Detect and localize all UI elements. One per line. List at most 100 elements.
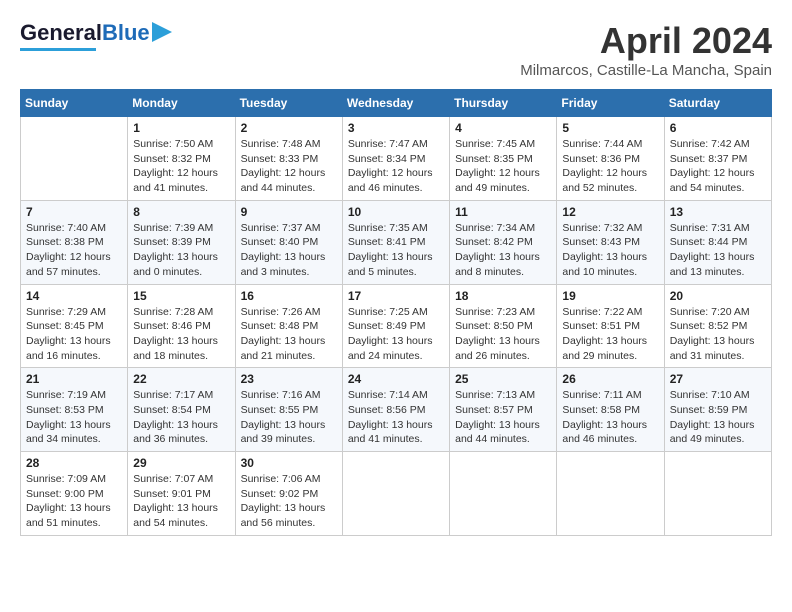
day-number: 30 <box>241 456 337 470</box>
daylight-text: Daylight: 13 hours and 21 minutes. <box>241 335 326 362</box>
day-info: Sunrise: 7:28 AM Sunset: 8:46 PM Dayligh… <box>133 305 229 364</box>
calendar-cell: 12 Sunrise: 7:32 AM Sunset: 8:43 PM Dayl… <box>557 200 664 284</box>
daylight-text: Daylight: 13 hours and 29 minutes. <box>562 335 647 362</box>
daylight-text: Daylight: 13 hours and 26 minutes. <box>455 335 540 362</box>
daylight-text: Daylight: 13 hours and 31 minutes. <box>670 335 755 362</box>
sunrise-text: Sunrise: 7:31 AM <box>670 222 750 234</box>
day-number: 27 <box>670 372 766 386</box>
page-header: General Blue April 2024 Milmarcos, Casti… <box>20 20 772 79</box>
day-number: 16 <box>241 289 337 303</box>
calendar-cell: 7 Sunrise: 7:40 AM Sunset: 8:38 PM Dayli… <box>21 200 128 284</box>
calendar-cell: 22 Sunrise: 7:17 AM Sunset: 8:54 PM Dayl… <box>128 368 235 452</box>
daylight-text: Daylight: 12 hours and 41 minutes. <box>133 167 218 194</box>
day-info: Sunrise: 7:50 AM Sunset: 8:32 PM Dayligh… <box>133 137 229 196</box>
sunset-text: Sunset: 8:51 PM <box>562 320 640 332</box>
logo-arrow-icon <box>152 22 172 42</box>
day-number: 17 <box>348 289 444 303</box>
sunrise-text: Sunrise: 7:50 AM <box>133 138 213 150</box>
calendar-cell: 14 Sunrise: 7:29 AM Sunset: 8:45 PM Dayl… <box>21 284 128 368</box>
sunset-text: Sunset: 8:49 PM <box>348 320 426 332</box>
location-label: Milmarcos, Castille-La Mancha, Spain <box>520 62 772 79</box>
daylight-text: Daylight: 12 hours and 57 minutes. <box>26 251 111 278</box>
sunrise-text: Sunrise: 7:37 AM <box>241 222 321 234</box>
sunrise-text: Sunrise: 7:25 AM <box>348 306 428 318</box>
day-info: Sunrise: 7:22 AM Sunset: 8:51 PM Dayligh… <box>562 305 658 364</box>
calendar-cell: 4 Sunrise: 7:45 AM Sunset: 8:35 PM Dayli… <box>450 117 557 201</box>
daylight-text: Daylight: 13 hours and 39 minutes. <box>241 419 326 446</box>
day-number: 10 <box>348 205 444 219</box>
day-number: 9 <box>241 205 337 219</box>
sunset-text: Sunset: 8:52 PM <box>670 320 748 332</box>
day-number: 5 <box>562 121 658 135</box>
day-info: Sunrise: 7:19 AM Sunset: 8:53 PM Dayligh… <box>26 388 122 447</box>
sunset-text: Sunset: 8:48 PM <box>241 320 319 332</box>
day-number: 1 <box>133 121 229 135</box>
sunrise-text: Sunrise: 7:48 AM <box>241 138 321 150</box>
day-info: Sunrise: 7:40 AM Sunset: 8:38 PM Dayligh… <box>26 221 122 280</box>
title-block: April 2024 Milmarcos, Castille-La Mancha… <box>520 20 772 79</box>
day-info: Sunrise: 7:25 AM Sunset: 8:49 PM Dayligh… <box>348 305 444 364</box>
day-number: 21 <box>26 372 122 386</box>
sunset-text: Sunset: 8:44 PM <box>670 236 748 248</box>
daylight-text: Daylight: 13 hours and 36 minutes. <box>133 419 218 446</box>
calendar-cell <box>450 452 557 536</box>
calendar-cell: 5 Sunrise: 7:44 AM Sunset: 8:36 PM Dayli… <box>557 117 664 201</box>
sunset-text: Sunset: 8:50 PM <box>455 320 533 332</box>
calendar-cell: 21 Sunrise: 7:19 AM Sunset: 8:53 PM Dayl… <box>21 368 128 452</box>
daylight-text: Daylight: 12 hours and 44 minutes. <box>241 167 326 194</box>
day-of-week-header: Wednesday <box>342 90 449 117</box>
daylight-text: Daylight: 13 hours and 24 minutes. <box>348 335 433 362</box>
daylight-text: Daylight: 13 hours and 56 minutes. <box>241 502 326 529</box>
sunset-text: Sunset: 8:45 PM <box>26 320 104 332</box>
daylight-text: Daylight: 13 hours and 51 minutes. <box>26 502 111 529</box>
sunrise-text: Sunrise: 7:17 AM <box>133 389 213 401</box>
daylight-text: Daylight: 12 hours and 46 minutes. <box>348 167 433 194</box>
day-info: Sunrise: 7:35 AM Sunset: 8:41 PM Dayligh… <box>348 221 444 280</box>
calendar-week-row: 1 Sunrise: 7:50 AM Sunset: 8:32 PM Dayli… <box>21 117 772 201</box>
sunset-text: Sunset: 8:37 PM <box>670 153 748 165</box>
sunrise-text: Sunrise: 7:42 AM <box>670 138 750 150</box>
calendar-cell <box>21 117 128 201</box>
daylight-text: Daylight: 13 hours and 54 minutes. <box>133 502 218 529</box>
sunrise-text: Sunrise: 7:09 AM <box>26 473 106 485</box>
day-info: Sunrise: 7:48 AM Sunset: 8:33 PM Dayligh… <box>241 137 337 196</box>
day-number: 3 <box>348 121 444 135</box>
day-info: Sunrise: 7:17 AM Sunset: 8:54 PM Dayligh… <box>133 388 229 447</box>
day-number: 23 <box>241 372 337 386</box>
day-number: 6 <box>670 121 766 135</box>
sunset-text: Sunset: 8:38 PM <box>26 236 104 248</box>
sunrise-text: Sunrise: 7:16 AM <box>241 389 321 401</box>
sunset-text: Sunset: 8:32 PM <box>133 153 211 165</box>
calendar-cell <box>664 452 771 536</box>
daylight-text: Daylight: 12 hours and 54 minutes. <box>670 167 755 194</box>
day-number: 22 <box>133 372 229 386</box>
calendar-cell: 19 Sunrise: 7:22 AM Sunset: 8:51 PM Dayl… <box>557 284 664 368</box>
sunrise-text: Sunrise: 7:39 AM <box>133 222 213 234</box>
calendar-cell: 11 Sunrise: 7:34 AM Sunset: 8:42 PM Dayl… <box>450 200 557 284</box>
sunset-text: Sunset: 9:02 PM <box>241 488 319 500</box>
day-info: Sunrise: 7:42 AM Sunset: 8:37 PM Dayligh… <box>670 137 766 196</box>
daylight-text: Daylight: 13 hours and 3 minutes. <box>241 251 326 278</box>
calendar-week-row: 28 Sunrise: 7:09 AM Sunset: 9:00 PM Dayl… <box>21 452 772 536</box>
daylight-text: Daylight: 13 hours and 44 minutes. <box>455 419 540 446</box>
calendar-cell <box>342 452 449 536</box>
sunset-text: Sunset: 9:00 PM <box>26 488 104 500</box>
day-number: 14 <box>26 289 122 303</box>
day-of-week-header: Monday <box>128 90 235 117</box>
sunset-text: Sunset: 8:57 PM <box>455 404 533 416</box>
calendar-cell: 30 Sunrise: 7:06 AM Sunset: 9:02 PM Dayl… <box>235 452 342 536</box>
daylight-text: Daylight: 13 hours and 16 minutes. <box>26 335 111 362</box>
daylight-text: Daylight: 13 hours and 13 minutes. <box>670 251 755 278</box>
sunset-text: Sunset: 8:34 PM <box>348 153 426 165</box>
day-info: Sunrise: 7:37 AM Sunset: 8:40 PM Dayligh… <box>241 221 337 280</box>
sunrise-text: Sunrise: 7:22 AM <box>562 306 642 318</box>
sunrise-text: Sunrise: 7:07 AM <box>133 473 213 485</box>
day-of-week-header: Thursday <box>450 90 557 117</box>
calendar-week-row: 7 Sunrise: 7:40 AM Sunset: 8:38 PM Dayli… <box>21 200 772 284</box>
sunrise-text: Sunrise: 7:47 AM <box>348 138 428 150</box>
day-number: 15 <box>133 289 229 303</box>
sunset-text: Sunset: 9:01 PM <box>133 488 211 500</box>
calendar-week-row: 21 Sunrise: 7:19 AM Sunset: 8:53 PM Dayl… <box>21 368 772 452</box>
day-info: Sunrise: 7:20 AM Sunset: 8:52 PM Dayligh… <box>670 305 766 364</box>
day-number: 25 <box>455 372 551 386</box>
